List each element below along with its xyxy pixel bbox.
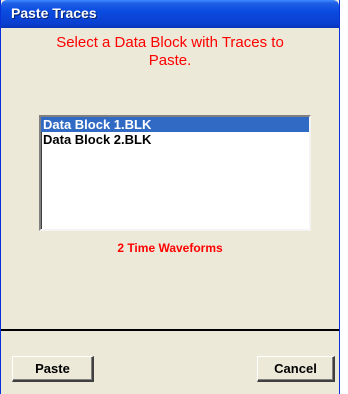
data-block-listbox[interactable]: Data Block 1.BLK Data Block 2.BLK xyxy=(39,115,311,231)
title-bar[interactable]: Paste Traces xyxy=(1,0,339,28)
instruction-line-2: Paste. xyxy=(148,52,192,69)
paste-traces-dialog: Paste Traces Select a Data Block with Tr… xyxy=(0,0,340,394)
list-item-data-block-1[interactable]: Data Block 1.BLK xyxy=(41,117,309,132)
button-divider xyxy=(1,329,339,331)
cancel-button[interactable]: Cancel xyxy=(257,356,335,382)
list-item-data-block-2[interactable]: Data Block 2.BLK xyxy=(41,132,309,147)
instruction-text: Select a Data Block with Traces to Paste… xyxy=(1,34,339,70)
paste-button[interactable]: Paste xyxy=(12,356,94,382)
instruction-line-1: Select a Data Block with Traces to xyxy=(56,34,284,51)
window-title: Paste Traces xyxy=(11,5,97,21)
trace-count-status: 2 Time Waveforms xyxy=(117,241,223,255)
